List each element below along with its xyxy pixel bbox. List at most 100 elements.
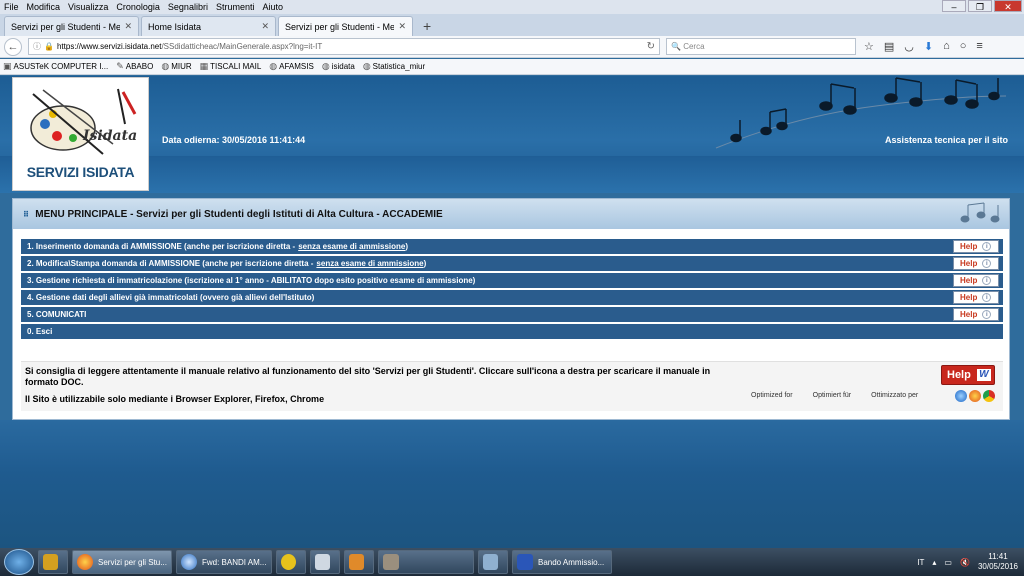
taskbar-media-player[interactable] xyxy=(276,550,306,574)
browser-icons xyxy=(955,390,995,402)
help-button[interactable]: Help i xyxy=(953,257,999,270)
menu-item-4[interactable]: 4. Gestione dati degli allievi già immat… xyxy=(21,290,1003,305)
taskbar-video[interactable] xyxy=(344,550,374,574)
senza-esame-link[interactable]: senza esame di ammissione xyxy=(316,259,423,268)
minimize-icon[interactable]: – xyxy=(942,0,966,12)
bookmark-statistica[interactable]: ◍ Statistica_miur xyxy=(363,61,425,72)
network-icon[interactable]: ▭ xyxy=(944,558,952,567)
bookmark-isidata[interactable]: ◍ isidata xyxy=(322,61,355,72)
taskbar-pinned-app[interactable] xyxy=(38,550,68,574)
clock-date: 30/05/2016 xyxy=(977,562,1018,571)
tab-home-isidata[interactable]: Home Isidata ✕ xyxy=(141,16,276,36)
nav-bar: ← ⓘ 🔒 https://www.servizi.isidata.net /S… xyxy=(0,36,1024,58)
taskbar-thunderbird[interactable]: Fwd: BANDI AM... xyxy=(176,550,272,574)
bookmark-label: Statistica_miur xyxy=(372,62,426,71)
manual-download-button[interactable]: Help W xyxy=(941,365,995,385)
info-icon[interactable]: ⓘ xyxy=(33,41,41,52)
logo-brand: Isidata xyxy=(83,128,138,144)
menu-item-0[interactable]: 0. Esci xyxy=(21,324,1003,339)
maximize-icon[interactable]: ❐ xyxy=(968,0,992,12)
language-indicator[interactable]: IT xyxy=(917,558,924,567)
help-button[interactable]: Help i xyxy=(953,274,999,287)
clock[interactable]: 11:41 30/05/2016 xyxy=(978,552,1018,572)
senza-esame-link[interactable]: senza esame di ammissione xyxy=(298,242,405,251)
globe-icon: ◍ xyxy=(161,61,170,71)
chat-icon[interactable]: ○ xyxy=(960,40,967,53)
taskbar-label: Servizi per gli Stu... xyxy=(98,557,167,567)
menu-item-after: ) xyxy=(423,259,427,268)
bookmark-star-icon[interactable]: ☆ xyxy=(864,40,874,53)
taskbar-firefox[interactable]: Servizi per gli Stu... xyxy=(72,550,172,574)
volume-icon[interactable]: 🔇 xyxy=(960,558,970,567)
taskbar-scanner[interactable] xyxy=(378,550,474,574)
menu-icon[interactable]: ≡ xyxy=(976,40,982,53)
info-icon: i xyxy=(982,242,992,251)
globe-icon: ◍ xyxy=(362,61,371,71)
asus-icon: ▣ xyxy=(3,61,12,71)
help-label: Help xyxy=(960,293,978,302)
technical-assistance-link[interactable]: Assistenza tecnica per il sito xyxy=(885,135,1008,145)
chrome-icon xyxy=(983,390,995,402)
menu-cronologia[interactable]: Cronologia xyxy=(112,2,164,12)
menu-file[interactable]: File xyxy=(0,2,23,12)
download-icon[interactable]: ⬇ xyxy=(924,40,933,53)
tab-close-icon[interactable]: ✕ xyxy=(398,21,406,32)
tab-close-icon[interactable]: ✕ xyxy=(261,21,269,32)
info-icon: i xyxy=(982,310,992,319)
tab-servizi-active[interactable]: Servizi per gli Studenti - Menu ... ✕ xyxy=(278,16,413,36)
tab-label: Servizi per gli Studenti - Menu ... xyxy=(11,21,121,32)
menu-item-1[interactable]: 1. Inserimento domanda di AMMISSIONE (an… xyxy=(21,239,1003,254)
tab-close-icon[interactable]: ✕ xyxy=(124,21,132,32)
bookmark-tiscali[interactable]: ▦ TISCALI MAIL xyxy=(200,61,262,72)
bookmark-label: ABABO xyxy=(125,62,154,71)
reload-icon[interactable]: ↻ xyxy=(647,41,655,52)
menu-aiuto[interactable]: Aiuto xyxy=(258,2,287,12)
tiscali-icon: ▦ xyxy=(199,61,209,71)
help-button[interactable]: Help i xyxy=(953,308,999,321)
menu-item-text: 2. Modifica\Stampa domanda di AMMISSIONE… xyxy=(27,259,314,268)
clock-time: 11:41 xyxy=(988,552,1008,561)
scanner-icon xyxy=(383,554,399,570)
tab-servizi-1[interactable]: Servizi per gli Studenti - Menu ... ✕ xyxy=(4,16,139,36)
info-icon: i xyxy=(982,276,992,285)
new-tab-icon[interactable]: + xyxy=(415,16,439,36)
address-bar[interactable]: ⓘ 🔒 https://www.servizi.isidata.net /SSd… xyxy=(28,38,660,55)
taskbar-label: Bando Ammissio... xyxy=(538,557,605,567)
clipboard-icon[interactable]: ▤ xyxy=(884,40,894,53)
bookmark-ababo[interactable]: ✎ ABABO xyxy=(116,61,153,72)
tray-arrow-icon[interactable]: ▴ xyxy=(932,558,936,567)
bookmark-asustek[interactable]: ▣ ASUSTeK COMPUTER I... xyxy=(3,61,108,72)
home-icon[interactable]: ⌂ xyxy=(943,40,950,53)
menu-segnalibri[interactable]: Segnalibri xyxy=(164,2,212,12)
firefox-icon xyxy=(77,554,93,570)
tab-bar: Servizi per gli Studenti - Menu ... ✕ Ho… xyxy=(0,14,1024,36)
bookmark-afamsis[interactable]: ◍ AFAMSIS xyxy=(269,61,314,72)
menu-strumenti[interactable]: Strumenti xyxy=(212,2,259,12)
palette-art-icon xyxy=(30,88,137,155)
menu-visualizza[interactable]: Visualizza xyxy=(64,2,112,12)
menu-item-2[interactable]: 2. Modifica\Stampa domanda di AMMISSIONE… xyxy=(21,256,1003,271)
url-path: /SSdidatticheac/MainGenerale.aspx?lng=it… xyxy=(161,42,323,51)
help-label: Help xyxy=(947,369,971,381)
bookmark-label: AFAMSIS xyxy=(279,62,314,71)
start-button-icon[interactable] xyxy=(4,549,34,575)
help-button[interactable]: Help i xyxy=(953,291,999,304)
close-icon[interactable]: ✕ xyxy=(994,0,1022,12)
pocket-icon[interactable]: ◡ xyxy=(904,40,914,53)
search-input[interactable]: 🔍 Cerca xyxy=(666,38,856,55)
optimized-it: Ottimizzato per xyxy=(871,392,919,399)
menu-header: ⠿ MENU PRINCIPALE - Servizi per gli Stud… xyxy=(13,199,1009,229)
taskbar-calculator[interactable] xyxy=(310,550,340,574)
help-label: Help xyxy=(960,259,978,268)
menu-modifica[interactable]: Modifica xyxy=(23,2,65,12)
menu-item-5[interactable]: 5. COMUNICATI Help i xyxy=(21,307,1003,322)
taskbar-word[interactable]: Bando Ammissio... xyxy=(512,550,612,574)
system-tray: IT ▴ ▭ 🔇 11:41 30/05/2016 xyxy=(917,552,1018,572)
menu-item-3[interactable]: 3. Gestione richiesta di immatricolazion… xyxy=(21,273,1003,288)
help-button[interactable]: Help i xyxy=(953,240,999,253)
isidata-logo[interactable]: Isidata SERVIZI ISIDATA xyxy=(12,77,149,191)
taskbar-app[interactable] xyxy=(478,550,508,574)
app-icon xyxy=(483,554,498,570)
back-icon[interactable]: ← xyxy=(4,37,22,56)
bookmark-miur[interactable]: ◍ MIUR xyxy=(161,61,191,72)
